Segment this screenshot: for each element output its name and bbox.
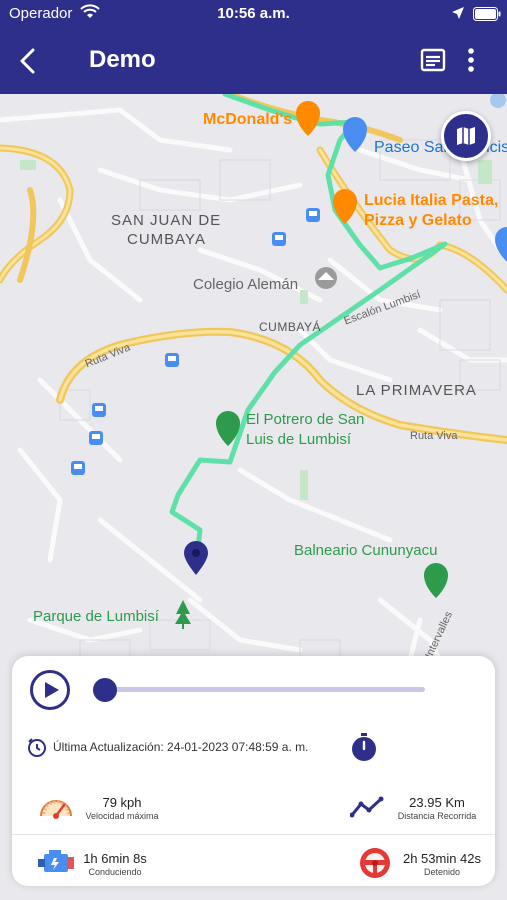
distance-chart-icon xyxy=(350,796,384,818)
stopwatch-icon[interactable] xyxy=(350,732,378,762)
update-clock-icon xyxy=(28,738,46,757)
driving-time-label: Conduciendo xyxy=(88,867,142,877)
distance-label: Distancia Recorrida xyxy=(397,811,477,821)
map-icon xyxy=(457,127,475,145)
map-label-san-juan-1: SAN JUAN DE xyxy=(111,212,222,229)
trip-info-panel: Última Actualización: 24-01-2023 07:48:5… xyxy=(12,656,495,886)
map-label-la-primavera: LA PRIMAVERA xyxy=(356,382,477,399)
back-icon[interactable] xyxy=(14,46,44,76)
playback-slider-track[interactable] xyxy=(105,687,425,692)
map-label-lucia-2: Pizza y Gelato xyxy=(364,212,472,229)
more-options-icon[interactable] xyxy=(466,46,476,74)
map-label-balneario: Balneario Cununyacu xyxy=(294,542,438,559)
map-label-parque: Parque de Lumbisí xyxy=(33,608,159,625)
play-icon xyxy=(45,682,59,698)
max-speed-label: Velocidad máxima xyxy=(85,811,159,821)
status-bar: Operador 10:56 a.m. xyxy=(0,0,507,28)
driving-time-value: 1h 6min 8s xyxy=(83,851,147,866)
play-button[interactable] xyxy=(30,670,70,710)
map-label-san-juan-2: CUMBAYA xyxy=(127,231,206,248)
playback-slider-thumb[interactable] xyxy=(93,678,117,702)
map-label-ruta-viva-right: Ruta Viva xyxy=(410,430,458,442)
clock: 10:56 a.m. xyxy=(217,5,290,22)
map-label-lucia-1: Lucia Italia Pasta, xyxy=(364,192,499,209)
steering-wheel-icon xyxy=(360,848,390,878)
speedometer-icon xyxy=(40,800,72,819)
app-bar: Demo xyxy=(0,28,507,94)
battery-icon xyxy=(473,7,501,21)
page-title: Demo xyxy=(89,46,156,73)
map-label-potrero-2: Luis de Lumbisí xyxy=(246,431,352,448)
map-label-potrero-1: El Potrero de San xyxy=(246,411,365,428)
distance-value: 23.95 Km xyxy=(409,795,465,810)
map-type-button[interactable] xyxy=(441,111,491,161)
location-arrow-icon xyxy=(452,7,464,19)
map-label-colegio: Colegio Alemán xyxy=(193,276,299,293)
stats-divider xyxy=(12,834,495,835)
stopped-time-label: Detenido xyxy=(423,867,461,877)
max-speed-value: 79 kph xyxy=(102,795,142,810)
engine-icon xyxy=(38,850,74,872)
map-label-mcdonalds: McDonald's xyxy=(203,111,293,128)
report-icon[interactable] xyxy=(420,48,446,72)
stopped-time-value: 2h 53min 42s xyxy=(402,851,482,866)
last-update-text: Última Actualización: 24-01-2023 07:48:5… xyxy=(53,740,309,754)
map-label-cumbaya: CUMBAYÁ xyxy=(259,320,321,334)
